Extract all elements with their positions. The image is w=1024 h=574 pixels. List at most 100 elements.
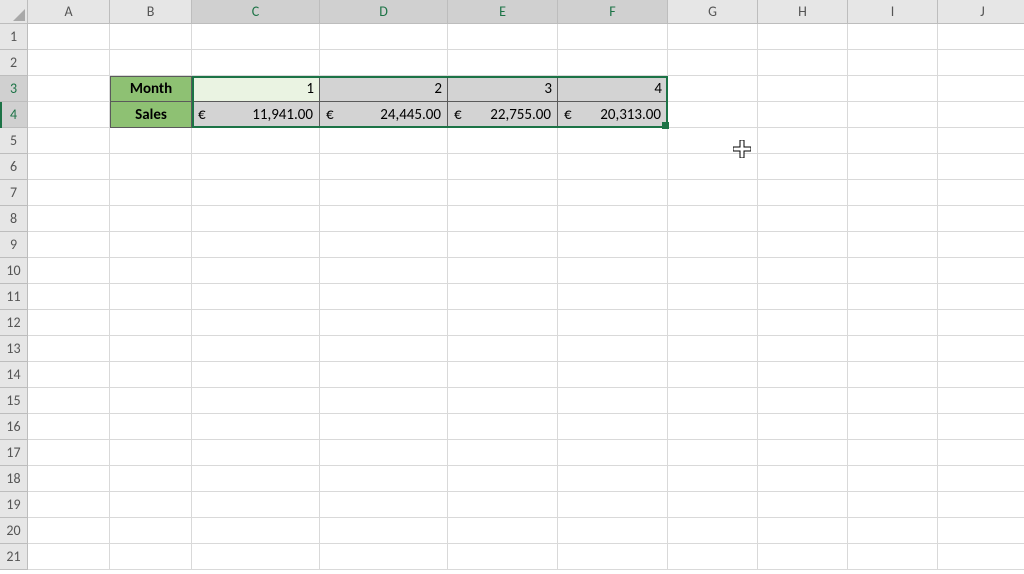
cell-B9[interactable] bbox=[110, 232, 192, 258]
cell-E4[interactable]: € 22,755.00 bbox=[448, 102, 558, 128]
cell-E6[interactable] bbox=[448, 154, 558, 180]
cell-D11[interactable] bbox=[320, 284, 448, 310]
spreadsheet-grid[interactable]: A B C D E F G H I J 1 2 3 Month 1 2 3 4 … bbox=[0, 0, 1024, 570]
cell-I15[interactable] bbox=[848, 388, 938, 414]
cell-A4[interactable] bbox=[28, 102, 110, 128]
cell-F19[interactable] bbox=[558, 492, 668, 518]
cell-G7[interactable] bbox=[668, 180, 758, 206]
cell-B14[interactable] bbox=[110, 362, 192, 388]
cell-E10[interactable] bbox=[448, 258, 558, 284]
cell-A18[interactable] bbox=[28, 466, 110, 492]
cell-D2[interactable] bbox=[320, 50, 448, 76]
cell-G15[interactable] bbox=[668, 388, 758, 414]
cell-F18[interactable] bbox=[558, 466, 668, 492]
cell-G9[interactable] bbox=[668, 232, 758, 258]
cell-D18[interactable] bbox=[320, 466, 448, 492]
cell-F21[interactable] bbox=[558, 544, 668, 570]
cell-C13[interactable] bbox=[192, 336, 320, 362]
cell-B11[interactable] bbox=[110, 284, 192, 310]
cell-H1[interactable] bbox=[758, 24, 848, 50]
cell-G16[interactable] bbox=[668, 414, 758, 440]
cell-C15[interactable] bbox=[192, 388, 320, 414]
cell-I5[interactable] bbox=[848, 128, 938, 154]
cell-F10[interactable] bbox=[558, 258, 668, 284]
cell-H13[interactable] bbox=[758, 336, 848, 362]
cell-H12[interactable] bbox=[758, 310, 848, 336]
cell-D6[interactable] bbox=[320, 154, 448, 180]
cell-D9[interactable] bbox=[320, 232, 448, 258]
row-header-14[interactable]: 14 bbox=[0, 362, 28, 388]
cell-A5[interactable] bbox=[28, 128, 110, 154]
cell-D8[interactable] bbox=[320, 206, 448, 232]
cell-H14[interactable] bbox=[758, 362, 848, 388]
cell-G12[interactable] bbox=[668, 310, 758, 336]
cell-G13[interactable] bbox=[668, 336, 758, 362]
cell-J14[interactable] bbox=[938, 362, 1024, 388]
row-header-20[interactable]: 20 bbox=[0, 518, 28, 544]
cell-H4[interactable] bbox=[758, 102, 848, 128]
cell-H3[interactable] bbox=[758, 76, 848, 102]
cell-J8[interactable] bbox=[938, 206, 1024, 232]
cell-E7[interactable] bbox=[448, 180, 558, 206]
cell-G17[interactable] bbox=[668, 440, 758, 466]
cell-E5[interactable] bbox=[448, 128, 558, 154]
cell-C12[interactable] bbox=[192, 310, 320, 336]
cell-D20[interactable] bbox=[320, 518, 448, 544]
cell-C5[interactable] bbox=[192, 128, 320, 154]
cell-D15[interactable] bbox=[320, 388, 448, 414]
cell-J16[interactable] bbox=[938, 414, 1024, 440]
cell-F13[interactable] bbox=[558, 336, 668, 362]
cell-I18[interactable] bbox=[848, 466, 938, 492]
cell-B2[interactable] bbox=[110, 50, 192, 76]
cell-C6[interactable] bbox=[192, 154, 320, 180]
cell-E13[interactable] bbox=[448, 336, 558, 362]
cell-B8[interactable] bbox=[110, 206, 192, 232]
cell-F9[interactable] bbox=[558, 232, 668, 258]
cell-D10[interactable] bbox=[320, 258, 448, 284]
row-header-17[interactable]: 17 bbox=[0, 440, 28, 466]
cell-B19[interactable] bbox=[110, 492, 192, 518]
cell-F6[interactable] bbox=[558, 154, 668, 180]
cell-F5[interactable] bbox=[558, 128, 668, 154]
cell-B1[interactable] bbox=[110, 24, 192, 50]
cell-E11[interactable] bbox=[448, 284, 558, 310]
cell-A12[interactable] bbox=[28, 310, 110, 336]
cell-I2[interactable] bbox=[848, 50, 938, 76]
cell-A15[interactable] bbox=[28, 388, 110, 414]
cell-D5[interactable] bbox=[320, 128, 448, 154]
cell-I9[interactable] bbox=[848, 232, 938, 258]
cell-H7[interactable] bbox=[758, 180, 848, 206]
cell-B17[interactable] bbox=[110, 440, 192, 466]
cell-H17[interactable] bbox=[758, 440, 848, 466]
cell-D21[interactable] bbox=[320, 544, 448, 570]
cell-G4[interactable] bbox=[668, 102, 758, 128]
cell-C7[interactable] bbox=[192, 180, 320, 206]
cell-E16[interactable] bbox=[448, 414, 558, 440]
cell-C9[interactable] bbox=[192, 232, 320, 258]
cell-B6[interactable] bbox=[110, 154, 192, 180]
cell-H5[interactable] bbox=[758, 128, 848, 154]
cell-E19[interactable] bbox=[448, 492, 558, 518]
cell-F20[interactable] bbox=[558, 518, 668, 544]
cell-B4-sales-label[interactable]: Sales bbox=[110, 102, 192, 128]
cell-A21[interactable] bbox=[28, 544, 110, 570]
cell-J19[interactable] bbox=[938, 492, 1024, 518]
cell-C18[interactable] bbox=[192, 466, 320, 492]
cell-F12[interactable] bbox=[558, 310, 668, 336]
cell-F7[interactable] bbox=[558, 180, 668, 206]
cell-H6[interactable] bbox=[758, 154, 848, 180]
cell-A10[interactable] bbox=[28, 258, 110, 284]
cell-H15[interactable] bbox=[758, 388, 848, 414]
cell-F14[interactable] bbox=[558, 362, 668, 388]
cell-F2[interactable] bbox=[558, 50, 668, 76]
cell-F16[interactable] bbox=[558, 414, 668, 440]
cell-J10[interactable] bbox=[938, 258, 1024, 284]
col-header-A[interactable]: A bbox=[28, 0, 110, 24]
cell-C1[interactable] bbox=[192, 24, 320, 50]
row-header-7[interactable]: 7 bbox=[0, 180, 28, 206]
row-header-18[interactable]: 18 bbox=[0, 466, 28, 492]
cell-A6[interactable] bbox=[28, 154, 110, 180]
cell-E21[interactable] bbox=[448, 544, 558, 570]
cell-E18[interactable] bbox=[448, 466, 558, 492]
cell-D1[interactable] bbox=[320, 24, 448, 50]
